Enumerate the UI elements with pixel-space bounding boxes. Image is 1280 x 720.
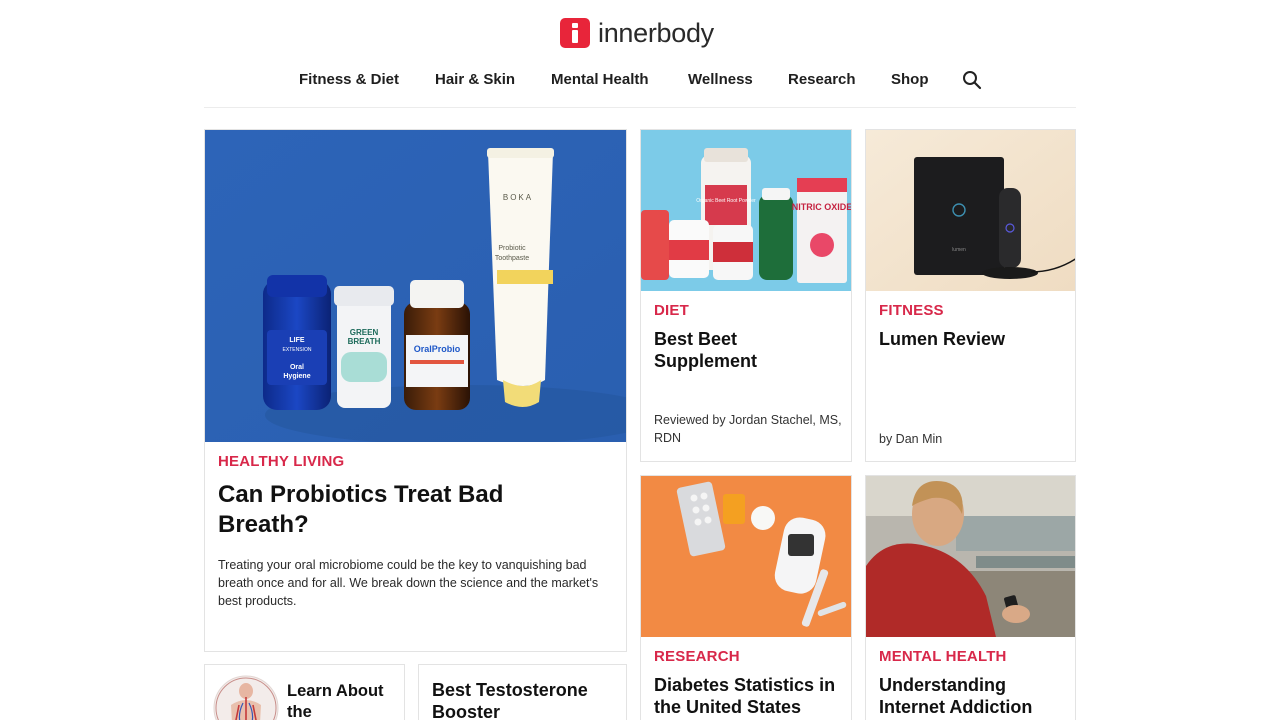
bottle1-text-4: Hygiene xyxy=(283,373,310,380)
nav-fitness-diet[interactable]: Fitness & Diet xyxy=(299,68,399,92)
lumen-box-text: lumen xyxy=(952,247,966,253)
testosterone-title[interactable]: Best Testosterone Booster xyxy=(432,679,617,720)
featured-category[interactable]: HEALTHY LIVING xyxy=(218,453,344,470)
article-card-testosterone[interactable]: Best Testosterone Booster xyxy=(418,664,627,720)
bottle1-text-1: LIFE xyxy=(289,337,304,344)
site-logo[interactable]: innerbody xyxy=(560,18,714,48)
tube-text-1: Probiotic xyxy=(498,245,526,252)
tube-brand: BOKA xyxy=(503,193,533,202)
article-card-internet-addiction[interactable]: MENTAL HEALTH Understanding Internet Add… xyxy=(865,475,1076,720)
anatomy-title[interactable]: Learn About the xyxy=(287,681,397,720)
lumen-byline: by Dan Min xyxy=(879,432,943,446)
internet-addiction-category[interactable]: MENTAL HEALTH xyxy=(879,648,1007,665)
internet-addiction-image xyxy=(866,476,1075,637)
bottle2-text-1: GREEN xyxy=(350,328,379,337)
beet-title[interactable]: Best Beet Supplement xyxy=(654,328,839,372)
internet-addiction-title[interactable]: Understanding Internet Addiction xyxy=(879,674,1069,718)
bottle3-text: OralProbio xyxy=(414,344,461,354)
featured-excerpt: Treating your oral microbiome could be t… xyxy=(218,558,599,608)
beet-byline: Reviewed by Jordan Stachel, MS, RDN xyxy=(654,413,842,445)
lumen-category[interactable]: FITNESS xyxy=(879,302,944,319)
article-card-beet[interactable]: Organic Beet Root Powder NITRIC OXIDE DI… xyxy=(640,129,852,462)
tube-text-2: Toothpaste xyxy=(495,255,529,262)
article-card-diabetes[interactable]: RESEARCH Diabetes Statistics in the Unit… xyxy=(640,475,852,720)
diabetes-category[interactable]: RESEARCH xyxy=(654,648,740,665)
bottle1-text-2: EXTENSION xyxy=(283,347,312,353)
beet-category[interactable]: DIET xyxy=(654,302,689,319)
article-card-lumen[interactable]: lumen FITNESS Lumen Review by Dan Min xyxy=(865,129,1076,462)
search-icon[interactable] xyxy=(962,70,982,90)
nav-hair-skin[interactable]: Hair & Skin xyxy=(435,68,515,92)
main-nav: Fitness & Diet Hair & Skin Mental Health… xyxy=(0,68,1280,92)
diabetes-title[interactable]: Diabetes Statistics in the United States xyxy=(654,674,844,718)
header-divider xyxy=(204,107,1076,108)
diabetes-image xyxy=(641,476,851,637)
nav-wellness[interactable]: Wellness xyxy=(688,68,753,92)
featured-article-card[interactable]: LIFE EXTENSION Oral Hygiene GREEN BREATH… xyxy=(204,129,627,652)
anatomy-icon xyxy=(213,675,279,720)
article-card-anatomy[interactable]: Learn About the xyxy=(204,664,405,720)
logo-icon xyxy=(560,18,590,48)
beet-can-text: NITRIC OXIDE xyxy=(792,202,851,212)
bottle1-text-3: Oral xyxy=(290,364,304,371)
lumen-device-image: lumen xyxy=(866,130,1075,291)
beet-jar-text: Organic Beet Root Powder xyxy=(696,198,756,204)
featured-title[interactable]: Can Probiotics Treat Bad Breath? xyxy=(218,480,598,540)
featured-article-image: LIFE EXTENSION Oral Hygiene GREEN BREATH… xyxy=(205,130,626,442)
nav-shop[interactable]: Shop xyxy=(891,68,929,92)
bottle2-text-2: BREATH xyxy=(348,337,381,346)
logo-text: innerbody xyxy=(598,18,714,48)
nav-research[interactable]: Research xyxy=(788,68,856,92)
beet-supplement-image: Organic Beet Root Powder NITRIC OXIDE xyxy=(641,130,851,291)
nav-mental-health[interactable]: Mental Health xyxy=(551,68,649,92)
lumen-title[interactable]: Lumen Review xyxy=(879,328,1064,350)
